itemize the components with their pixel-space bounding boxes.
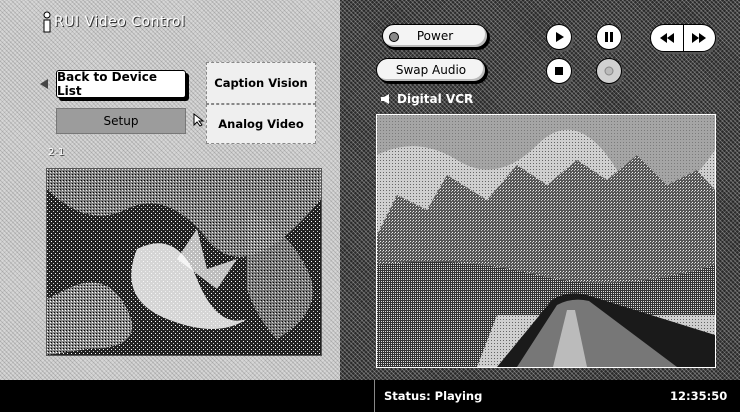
status-divider <box>374 380 375 412</box>
power-indicator-icon <box>389 32 399 42</box>
pointer-arrow-icon <box>193 113 205 127</box>
stop-button[interactable] <box>546 58 572 84</box>
record-icon <box>604 66 614 76</box>
status-bar <box>0 380 740 412</box>
clock: 12:35:50 <box>670 389 728 403</box>
rewind-fast-forward-group <box>650 24 716 52</box>
power-button-label: Power <box>416 29 454 43</box>
device-label: Digital VCR <box>380 92 473 106</box>
preview-image <box>47 169 321 355</box>
status-text: Status: Playing <box>384 389 483 403</box>
channel-label: 2-1 <box>48 147 65 158</box>
fast-forward-icon <box>692 33 707 43</box>
play-icon <box>556 32 564 42</box>
pause-button[interactable] <box>596 24 622 50</box>
app-title: RUI Video Control <box>54 14 186 30</box>
channel-preview-window[interactable] <box>46 168 322 356</box>
setup-button[interactable]: Setup <box>56 108 186 134</box>
device-label-text: Digital VCR <box>397 92 474 106</box>
fast-forward-button[interactable] <box>684 25 716 51</box>
caption-vision-button[interactable]: Caption Vision <box>206 62 316 104</box>
back-arrow-icon <box>40 79 48 89</box>
video-frame-image <box>377 115 715 367</box>
play-button[interactable] <box>546 24 572 50</box>
app-logo-icon <box>43 11 51 33</box>
stop-icon <box>555 67 563 75</box>
record-button[interactable] <box>596 58 622 84</box>
swap-audio-button[interactable]: Swap Audio <box>376 58 486 82</box>
back-to-device-list-button[interactable]: Back to Device List <box>56 70 186 98</box>
pause-icon <box>605 32 613 42</box>
power-button[interactable]: Power <box>382 24 488 48</box>
rewind-icon <box>659 33 674 43</box>
speaker-icon <box>381 94 389 104</box>
rewind-button[interactable] <box>651 25 684 51</box>
video-playback-window[interactable] <box>376 114 716 368</box>
analog-video-button[interactable]: Analog Video <box>206 104 316 144</box>
